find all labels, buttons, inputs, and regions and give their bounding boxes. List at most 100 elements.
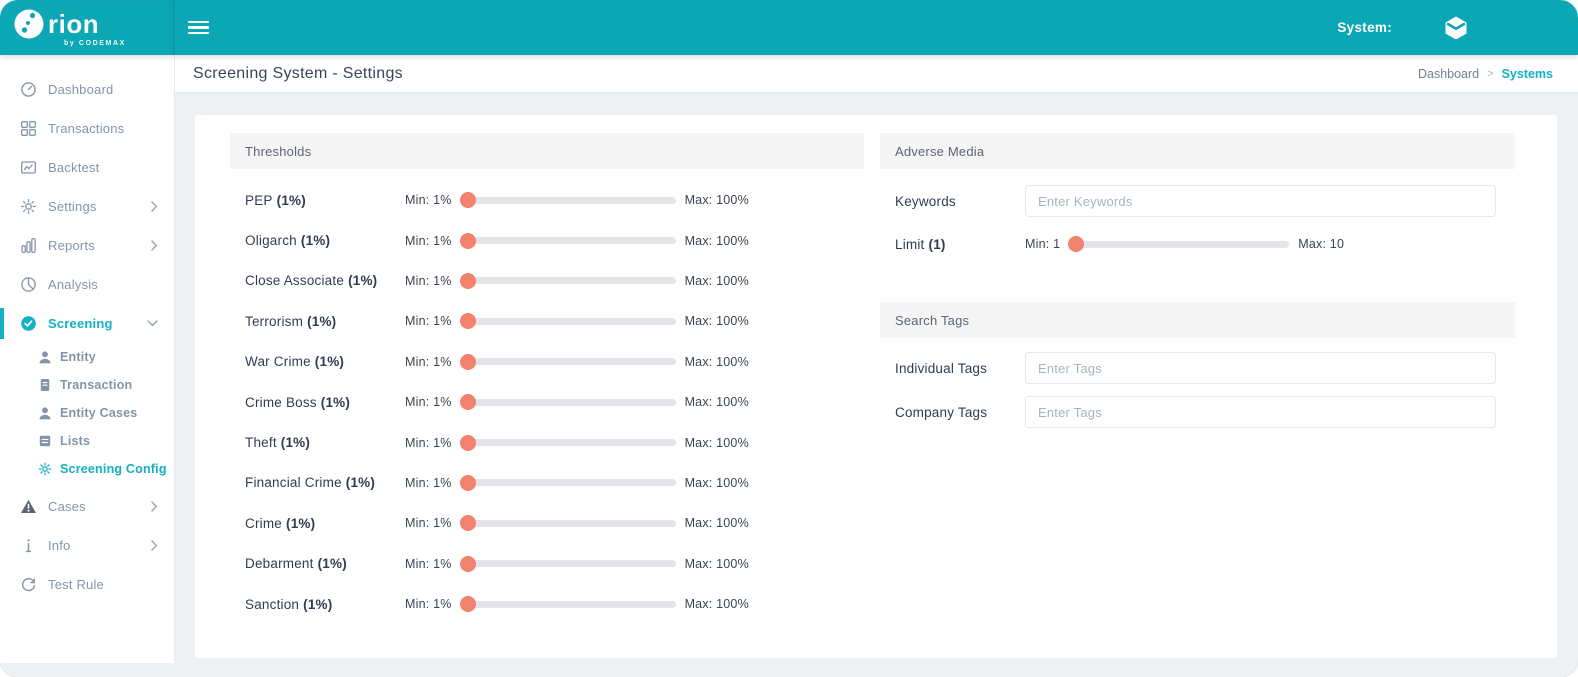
sidebar-item-label: Backtest bbox=[48, 160, 99, 175]
breadcrumb-separator-icon: > bbox=[1487, 68, 1493, 80]
gear-icon bbox=[20, 198, 37, 215]
slider-track[interactable] bbox=[461, 197, 676, 204]
slider-knob[interactable] bbox=[460, 354, 476, 370]
sidebar-item-label: Screening Config bbox=[60, 462, 167, 476]
sidebar-item-label: Info bbox=[48, 538, 70, 553]
breadcrumb-systems[interactable]: Systems bbox=[1502, 67, 1553, 81]
slider-max-label: Max: 100% bbox=[685, 557, 749, 571]
sidebar-item-cases[interactable]: Cases bbox=[0, 487, 174, 526]
bar-chart-icon bbox=[20, 237, 37, 254]
sidebar-item-info[interactable]: Info bbox=[0, 526, 174, 565]
sidebar-item-entity[interactable]: Entity bbox=[0, 343, 174, 371]
slider-knob[interactable] bbox=[460, 233, 476, 249]
company-tags-label: Company Tags bbox=[895, 405, 1025, 420]
threshold-row-crime-boss: Crime Boss(1%) Min: 1% Max: 100% bbox=[230, 382, 864, 422]
breadcrumb-dashboard[interactable]: Dashboard bbox=[1418, 67, 1479, 81]
slider-max-label: Max: 100% bbox=[685, 395, 749, 409]
brand-logo[interactable]: rion by CODEMAX bbox=[0, 0, 175, 55]
sidebar-item-label: Settings bbox=[48, 199, 97, 214]
slider-knob[interactable] bbox=[460, 394, 476, 410]
sidebar-item-transaction[interactable]: Transaction bbox=[0, 371, 174, 399]
slider-track[interactable] bbox=[461, 601, 676, 608]
individual-tags-input[interactable] bbox=[1025, 352, 1496, 384]
slider-knob[interactable] bbox=[460, 435, 476, 451]
slider-min-label: Min: 1% bbox=[405, 314, 452, 328]
keywords-input[interactable] bbox=[1025, 185, 1496, 217]
search-tags-panel-title: Search Tags bbox=[880, 302, 1515, 338]
menu-toggle-icon[interactable] bbox=[186, 14, 211, 42]
slider-track[interactable] bbox=[461, 479, 676, 486]
individual-tags-label: Individual Tags bbox=[895, 361, 1025, 376]
sidebar-item-dashboard[interactable]: Dashboard bbox=[0, 70, 174, 109]
gear-icon bbox=[38, 462, 52, 476]
sidebar-item-settings[interactable]: Settings bbox=[0, 187, 174, 226]
chevron-right-icon bbox=[151, 240, 158, 251]
system-cube-icon[interactable] bbox=[1442, 14, 1470, 42]
threshold-row-crime: Crime(1%) Min: 1% Max: 100% bbox=[230, 503, 864, 543]
limit-row: Limit(1) Min: 1 Max: 10 bbox=[895, 234, 1496, 254]
slider-track[interactable] bbox=[461, 439, 676, 446]
threshold-label: Theft(1%) bbox=[245, 435, 405, 450]
sidebar-item-reports[interactable]: Reports bbox=[0, 226, 174, 265]
breadcrumb: Dashboard > Systems bbox=[1418, 67, 1553, 81]
threshold-label: Debarment(1%) bbox=[245, 556, 405, 571]
slider-track[interactable] bbox=[461, 399, 676, 406]
slider-track[interactable] bbox=[461, 318, 676, 325]
sidebar-item-backtest[interactable]: Backtest bbox=[0, 148, 174, 187]
main-area: Screening System - Settings Dashboard > … bbox=[175, 55, 1578, 663]
slider-knob[interactable] bbox=[460, 273, 476, 289]
slider-knob[interactable] bbox=[460, 313, 476, 329]
sidebar-item-test-rule[interactable]: Test Rule bbox=[0, 565, 174, 604]
app-window: rion by CODEMAX System: Dashboard bbox=[0, 0, 1578, 677]
threshold-row-debarment: Debarment(1%) Min: 1% Max: 100% bbox=[230, 544, 864, 584]
slider-knob[interactable] bbox=[460, 515, 476, 531]
threshold-label: Crime(1%) bbox=[245, 516, 405, 531]
list-box-icon bbox=[38, 434, 52, 448]
slider-knob[interactable] bbox=[460, 192, 476, 208]
sidebar-item-label: Reports bbox=[48, 238, 95, 253]
slider-max-label: Max: 100% bbox=[685, 355, 749, 369]
sidebar-item-label: Transactions bbox=[48, 121, 124, 136]
sidebar-item-analysis[interactable]: Analysis bbox=[0, 265, 174, 304]
threshold-slider: Min: 1% Max: 100% bbox=[405, 476, 749, 490]
slider-max-label: Max: 100% bbox=[685, 516, 749, 530]
threshold-slider: Min: 1% Max: 100% bbox=[405, 436, 749, 450]
threshold-label: Financial Crime(1%) bbox=[245, 475, 405, 490]
slider-track[interactable] bbox=[461, 277, 676, 284]
slider-knob[interactable] bbox=[460, 596, 476, 612]
slider-track[interactable] bbox=[1069, 241, 1289, 248]
sidebar-item-label: Lists bbox=[60, 434, 90, 448]
threshold-slider: Min: 1% Max: 100% bbox=[405, 314, 749, 328]
threshold-slider: Min: 1% Max: 100% bbox=[405, 355, 749, 369]
sidebar-item-transactions[interactable]: Transactions bbox=[0, 109, 174, 148]
title-bar: Screening System - Settings Dashboard > … bbox=[175, 55, 1578, 93]
top-header: rion by CODEMAX System: bbox=[0, 0, 1578, 55]
threshold-slider: Min: 1% Max: 100% bbox=[405, 516, 749, 530]
check-circle-icon bbox=[20, 315, 37, 332]
brand-wordmark: rion bbox=[48, 11, 99, 37]
slider-knob[interactable] bbox=[460, 556, 476, 572]
threshold-slider: Min: 1% Max: 100% bbox=[405, 193, 749, 207]
threshold-label: Crime Boss(1%) bbox=[245, 395, 405, 410]
info-icon bbox=[20, 537, 37, 554]
slider-track[interactable] bbox=[461, 237, 676, 244]
slider-knob[interactable] bbox=[460, 475, 476, 491]
sidebar-item-label: Analysis bbox=[48, 277, 98, 292]
company-tags-row: Company Tags bbox=[895, 396, 1496, 428]
page-title: Screening System - Settings bbox=[193, 65, 403, 83]
sidebar-item-label: Transaction bbox=[60, 378, 132, 392]
slider-track[interactable] bbox=[461, 358, 676, 365]
sidebar-item-entity-cases[interactable]: Entity Cases bbox=[0, 399, 174, 427]
slider-track[interactable] bbox=[461, 520, 676, 527]
slider-min-label: Min: 1% bbox=[405, 436, 452, 450]
thresholds-panel: Thresholds PEP(1%) Min: 1% Max: 100% bbox=[230, 133, 864, 658]
slider-track[interactable] bbox=[461, 560, 676, 567]
company-tags-input[interactable] bbox=[1025, 396, 1496, 428]
refresh-icon bbox=[20, 576, 37, 593]
slider-knob[interactable] bbox=[1068, 236, 1084, 252]
slider-min-label: Min: 1% bbox=[405, 274, 452, 288]
individual-tags-row: Individual Tags bbox=[895, 352, 1496, 384]
sidebar-item-screening[interactable]: Screening bbox=[0, 304, 174, 343]
sidebar-item-screening-config[interactable]: Screening Config bbox=[0, 455, 174, 483]
sidebar-item-lists[interactable]: Lists bbox=[0, 427, 174, 455]
